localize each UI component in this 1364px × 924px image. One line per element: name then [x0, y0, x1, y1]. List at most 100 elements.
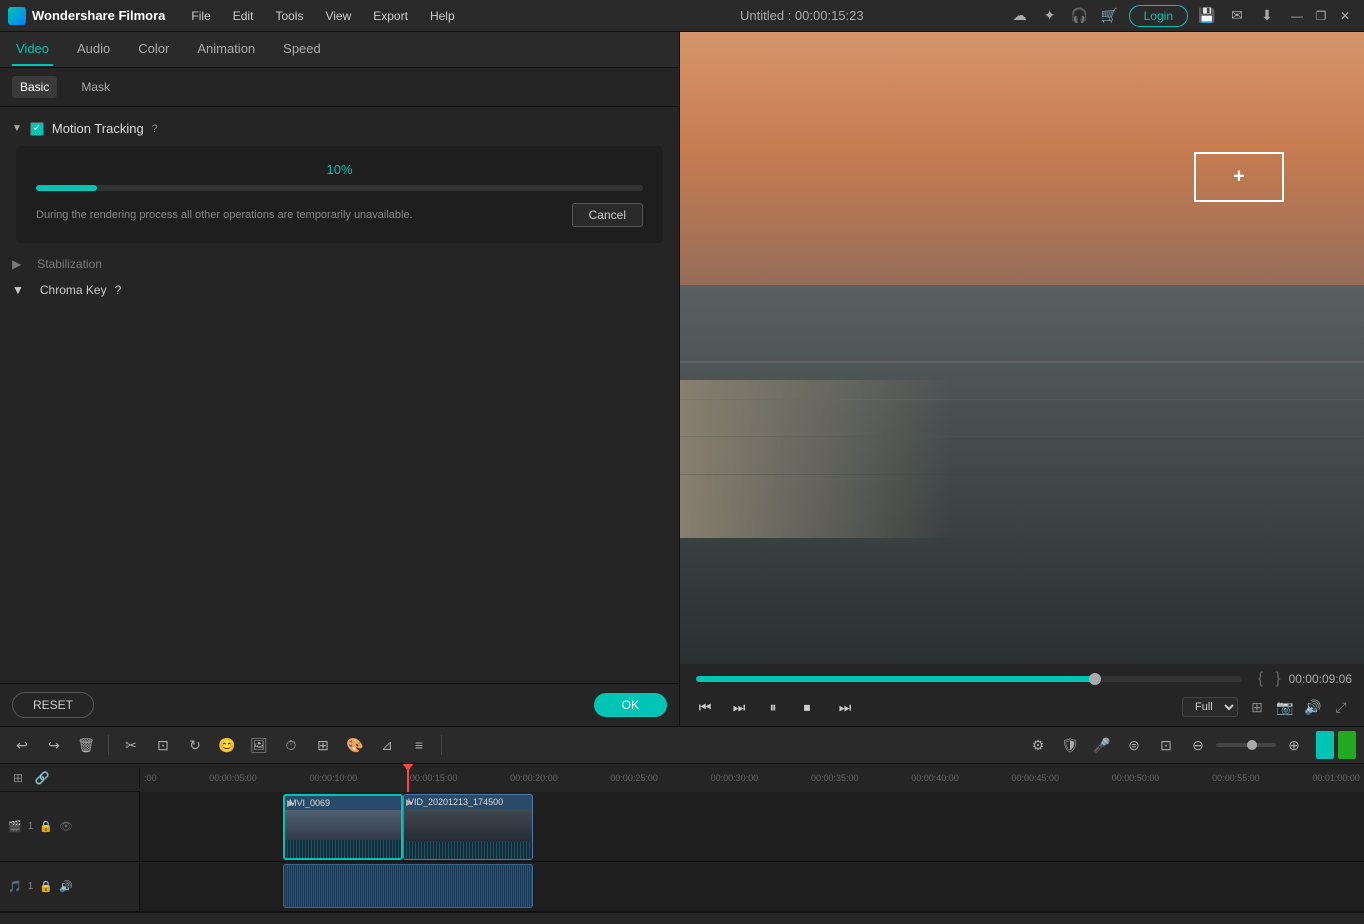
cart-icon[interactable]: 🛒	[1099, 5, 1121, 27]
motion-tracking-checkbox[interactable]: ✓	[30, 122, 44, 136]
download-icon[interactable]: ⬇	[1256, 5, 1278, 27]
zoom-in-button[interactable]: ⊕	[1280, 731, 1308, 759]
menu-tools[interactable]: Tools	[265, 5, 313, 27]
right-panel: + { } 00:00:09:06 ⏮ ⏭ ⏸ ⏹ ⏭	[680, 32, 1364, 726]
motion-tracking-header[interactable]: ▼ ✓ Motion Tracking ?	[8, 115, 671, 142]
adjust-button[interactable]: ⊿	[373, 731, 401, 759]
cloud-icon[interactable]: ☁	[1009, 5, 1031, 27]
screenshot-icon[interactable]: 📷	[1274, 696, 1296, 718]
volume-icon-1[interactable]: 🔊	[59, 880, 73, 893]
track-label-audio-1: 🎵 1 🔒 🔊	[0, 862, 139, 912]
lock-icon-audio-1[interactable]: 🔒	[39, 880, 53, 893]
login-button[interactable]: Login	[1129, 5, 1188, 27]
zoom-out-button[interactable]: ⊖	[1184, 731, 1212, 759]
pause-button[interactable]: ⏸	[760, 694, 786, 720]
motion-tracking-help-icon[interactable]: ?	[152, 123, 158, 135]
volume-icon[interactable]: 🔊	[1302, 696, 1324, 718]
eye-icon-1[interactable]: 👁	[59, 820, 73, 833]
transform-button[interactable]: ⊞	[309, 731, 337, 759]
chroma-key-help-icon[interactable]: ?	[115, 283, 122, 297]
rotate-button[interactable]: ↻	[181, 731, 209, 759]
tracking-box: +	[1194, 152, 1284, 202]
settings-button[interactable]: ⚙	[1024, 731, 1052, 759]
playback-progress-track[interactable]	[696, 676, 1242, 682]
progress-bar-fill	[36, 185, 97, 191]
cut-button[interactable]: ✂	[117, 731, 145, 759]
chevron-down-icon: ▼	[12, 123, 22, 134]
delete-button[interactable]: 🗑	[72, 731, 100, 759]
timeline-ruler: :00 00:00:05:00 00:00:10:00 00:00:15:00 …	[140, 764, 1364, 792]
tab-speed[interactable]: Speed	[279, 33, 325, 66]
menu-export[interactable]: Export	[363, 5, 418, 27]
fullscreen-icon[interactable]: ⤢	[1330, 696, 1352, 718]
quality-select[interactable]: Full 1/2 1/4	[1182, 697, 1238, 717]
video-track-row: ▶ MVI_0069 ▶ VID_20201213_174500	[140, 792, 1364, 862]
picture-button[interactable]: 🖼	[245, 731, 273, 759]
track-labels: 🎬 1 🔒 👁 🎵 1 🔒 🔊	[0, 792, 140, 912]
zoom-slider[interactable]	[1216, 743, 1276, 747]
clip-mvi0069[interactable]: ▶ MVI_0069	[283, 794, 403, 860]
timeline-scrollbar[interactable]	[0, 912, 1364, 924]
reset-button[interactable]: RESET	[12, 692, 94, 718]
color-button[interactable]: 🎨	[341, 731, 369, 759]
headphone-icon[interactable]: 🎧	[1069, 5, 1091, 27]
video-track-icon: 🎬	[8, 820, 22, 833]
tab-audio[interactable]: Audio	[73, 33, 114, 66]
tab-video[interactable]: Video	[12, 33, 53, 66]
caption-button[interactable]: ⊡	[1152, 731, 1180, 759]
step-back-button[interactable]: ⏭	[726, 694, 752, 720]
menu-edit[interactable]: Edit	[223, 5, 264, 27]
app-logo: Wondershare Filmora	[8, 7, 165, 25]
menu-file[interactable]: File	[181, 5, 220, 27]
tab-animation[interactable]: Animation	[193, 33, 259, 66]
lock-icon-1[interactable]: 🔒	[39, 820, 53, 833]
fit-screen-icon[interactable]: ⊞	[1246, 696, 1268, 718]
progress-message: During the rendering process all other o…	[36, 209, 572, 221]
mail-icon[interactable]: ✉	[1226, 5, 1248, 27]
ruler-tick-2: 00:00:10:00	[310, 773, 358, 783]
stop-button[interactable]: ⏹	[794, 694, 820, 720]
timeline-link-button[interactable]: 🔗	[32, 768, 52, 788]
skip-forward-button[interactable]: ⏭	[832, 694, 858, 720]
cancel-button[interactable]: Cancel	[572, 203, 643, 227]
bottom-section: ↩ ↪ 🗑 ✂ ⊡ ↻ 😊 🖼 ⏱ ⊞ 🎨 ⊿ ≡ ⚙ 🛡 🎤 ⊜ ⊡ ⊖ ⊕	[0, 726, 1364, 924]
clip-vid20201213[interactable]: ▶ VID_20201213_174500 🎬	[403, 794, 533, 860]
mic-button[interactable]: 🎤	[1088, 731, 1116, 759]
timeline-header: ⊞ 🔗 :00 00:00:05:00 00:00:10:00 00:00:15…	[0, 764, 1364, 792]
redo-button[interactable]: ↪	[40, 731, 68, 759]
crop-button[interactable]: ⊡	[149, 731, 177, 759]
timeline-add-button[interactable]: ⊞	[8, 768, 28, 788]
project-title: Untitled : 00:00:15:23	[595, 8, 1009, 23]
menu-help[interactable]: Help	[420, 5, 465, 27]
ruler-tick-0: :00	[144, 773, 157, 783]
sub-tab-basic[interactable]: Basic	[12, 76, 57, 98]
tab-color[interactable]: Color	[134, 33, 173, 66]
main-layout: Video Audio Color Animation Speed Basic …	[0, 32, 1364, 726]
zoom-control	[1216, 743, 1276, 747]
sub-tabs: Basic Mask	[0, 68, 679, 107]
timeline: ⊞ 🔗 :00 00:00:05:00 00:00:10:00 00:00:15…	[0, 764, 1364, 924]
save-icon[interactable]: 💾	[1196, 5, 1218, 27]
track-number-audio-1: 1	[28, 881, 34, 892]
ruler-tick-3: 00:00:15:00	[410, 773, 458, 783]
chroma-key-label: Chroma Key	[40, 283, 107, 297]
motion-tracking-label: Motion Tracking	[52, 121, 144, 136]
sun-icon[interactable]: ✦	[1039, 5, 1061, 27]
shield-button[interactable]: 🛡	[1056, 731, 1084, 759]
menu-view[interactable]: View	[315, 5, 361, 27]
skip-to-start-button[interactable]: ⏮	[692, 694, 718, 720]
undo-button[interactable]: ↩	[8, 731, 36, 759]
close-button[interactable]: ✕	[1334, 5, 1356, 27]
sub-tab-mask[interactable]: Mask	[73, 76, 118, 98]
maximize-button[interactable]: ❐	[1310, 5, 1332, 27]
emoji-button[interactable]: 😊	[213, 731, 241, 759]
progress-bar-background	[36, 185, 643, 191]
equalizer-button[interactable]: ⊜	[1120, 731, 1148, 759]
panel-content: ▼ ✓ Motion Tracking ? 10% During the ren…	[0, 107, 679, 683]
timer-button[interactable]: ⏱	[277, 731, 305, 759]
audio-track-row	[140, 862, 1364, 912]
audio-eq-button[interactable]: ≡	[405, 731, 433, 759]
ok-button[interactable]: OK	[594, 693, 667, 717]
minimize-button[interactable]: —	[1286, 5, 1308, 27]
menu-bar: Wondershare Filmora File Edit Tools View…	[0, 0, 1364, 32]
